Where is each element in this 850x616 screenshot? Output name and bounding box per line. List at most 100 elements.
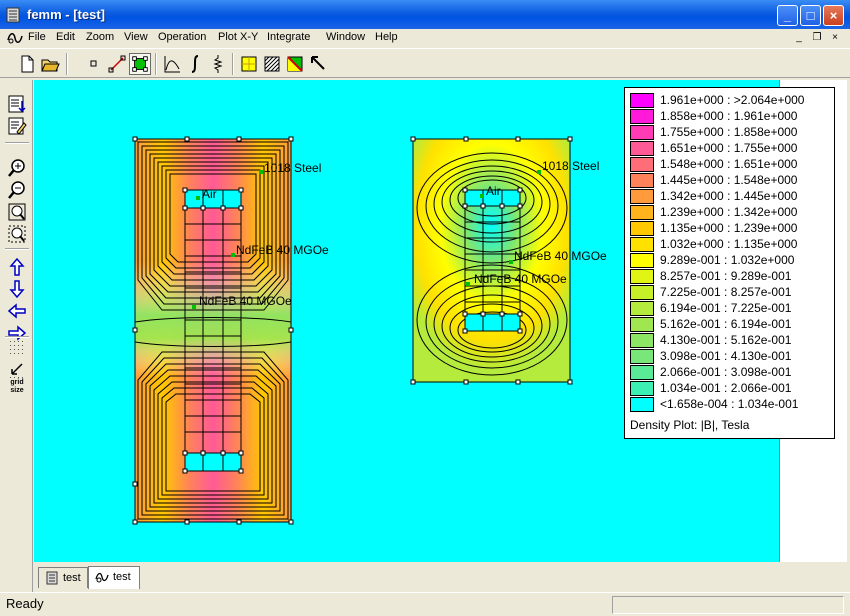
integrate-icon (191, 55, 199, 73)
density-plot-button[interactable] (238, 53, 260, 75)
legend-label: 7.225e-001 : 8.257e-001 (660, 285, 792, 299)
point-mode-button[interactable] (83, 53, 105, 75)
legend-label: 1.445e+000 : 1.548e+000 (660, 173, 798, 187)
legend-swatch (630, 173, 654, 188)
open-file-button[interactable] (39, 53, 61, 75)
close-button[interactable]: × (823, 5, 844, 26)
pan-down-icon (9, 280, 25, 299)
point-mode-icon (90, 60, 97, 67)
mdi-close-button[interactable]: × (828, 31, 842, 44)
show-mesh-button[interactable] (6, 93, 28, 115)
legend-swatch (630, 253, 654, 268)
window-title: femm - [test] (27, 7, 106, 22)
contour-mode-icon (108, 55, 126, 73)
select-arrow-button[interactable] (307, 53, 329, 75)
legend-swatch (630, 317, 654, 332)
toolbar-separator (5, 248, 29, 250)
show-grid-button[interactable] (6, 337, 28, 359)
menu-plot-xy[interactable]: Plot X-Y (218, 31, 258, 43)
menu-operation[interactable]: Operation (158, 31, 206, 43)
edit-props-button[interactable] (6, 115, 28, 137)
density-legend: Density Plot: |B|, Tesla 1.961e+000 : >2… (624, 87, 835, 439)
pan-up-icon (9, 257, 25, 276)
menu-integrate[interactable]: Integrate (267, 31, 310, 43)
menu-edit[interactable]: Edit (56, 31, 75, 43)
legend-label: 1.032e+000 : 1.135e+000 (660, 237, 798, 251)
region-label: 1018 Steel (542, 159, 600, 173)
pan-up-button[interactable] (6, 256, 28, 278)
menu-zoom[interactable]: Zoom (86, 31, 114, 43)
zoom-in-icon (8, 159, 25, 177)
legend-swatch (630, 285, 654, 300)
show-mesh-icon (8, 95, 26, 113)
zoom-window-button[interactable] (6, 223, 28, 245)
grid-size-label: grid (10, 379, 24, 386)
menu-window[interactable]: Window (326, 31, 365, 43)
femm-icon (6, 7, 20, 23)
region-label: 1018 Steel (264, 161, 322, 175)
toolbar-separator (232, 53, 234, 75)
legend-label: 9.289e-001 : 1.032e+000 (660, 253, 795, 267)
menu-help[interactable]: Help (375, 31, 398, 43)
circuit-button[interactable] (207, 53, 229, 75)
document-tabs: test test (34, 564, 847, 592)
status-text: Ready (6, 596, 44, 611)
minimize-button[interactable]: _ (777, 5, 798, 26)
legend-label: 8.257e-001 : 9.289e-001 (660, 269, 792, 283)
pan-left-icon (7, 303, 26, 319)
legend-swatch (630, 189, 654, 204)
region-label: Air (202, 187, 217, 201)
legend-swatch (630, 301, 654, 316)
femm-view-icon[interactable] (6, 30, 24, 46)
view-toolbar: grid size (0, 80, 33, 592)
legend-label: 1.239e+000 : 1.342e+000 (660, 205, 798, 219)
zoom-out-button[interactable] (6, 179, 28, 201)
toolbar-separator (155, 53, 157, 75)
grid-size-label: size (10, 387, 24, 394)
legend-label: <1.658e-004 : 1.034e-001 (660, 397, 799, 411)
femm-doc-icon (46, 571, 58, 585)
integrate-button[interactable] (184, 53, 206, 75)
legend-label: 1.034e-001 : 2.066e-001 (660, 381, 792, 395)
legend-swatch (630, 109, 654, 124)
area-mode-button[interactable] (129, 53, 151, 75)
zoom-natural-button[interactable] (6, 201, 28, 223)
mdi-minimize-button[interactable]: _ (792, 31, 806, 44)
plot-xy-button[interactable] (161, 53, 183, 75)
legend-swatch (630, 381, 654, 396)
region-label: NdFeB 40 MGOe (199, 294, 292, 308)
open-file-icon (41, 59, 60, 72)
tab-test-model[interactable]: test (38, 567, 88, 588)
new-file-button[interactable] (16, 53, 38, 75)
grid-size-button[interactable]: grid size (6, 377, 28, 399)
menu-bar: File Edit Zoom View Operation Plot X-Y I… (0, 29, 850, 47)
legend-label: 3.098e-001 : 4.130e-001 (660, 349, 792, 363)
tab-test-view[interactable]: test (88, 566, 140, 589)
legend-label: 2.066e-001 : 3.098e-001 (660, 365, 792, 379)
edit-props-icon (8, 117, 27, 135)
menu-file[interactable]: File (28, 31, 46, 43)
pan-left-button[interactable] (6, 300, 28, 322)
mdi-restore-button[interactable]: ❐ (810, 31, 824, 44)
toolbar-separator (66, 53, 68, 75)
plot-xy-icon (164, 56, 180, 73)
toolbar-separator (5, 142, 29, 144)
status-panel (612, 596, 844, 614)
zoom-in-button[interactable] (6, 157, 28, 179)
legend-swatch (630, 93, 654, 108)
tab-label: test (113, 570, 131, 583)
menu-view[interactable]: View (124, 31, 148, 43)
tab-label: test (63, 571, 81, 584)
vector-plot-icon (287, 56, 303, 72)
pan-down-button[interactable] (6, 278, 28, 300)
vector-plot-button[interactable] (284, 53, 306, 75)
legend-swatch (630, 125, 654, 140)
legend-label: 1.858e+000 : 1.961e+000 (660, 109, 798, 123)
area-mode-icon (132, 56, 148, 72)
legend-label: 4.130e-001 : 5.162e-001 (660, 333, 792, 347)
legend-label: 6.194e-001 : 7.225e-001 (660, 301, 792, 315)
contour-mode-button[interactable] (106, 53, 128, 75)
smoothing-icon (264, 56, 280, 72)
smoothing-button[interactable] (261, 53, 283, 75)
maximize-button[interactable]: □ (800, 5, 821, 26)
